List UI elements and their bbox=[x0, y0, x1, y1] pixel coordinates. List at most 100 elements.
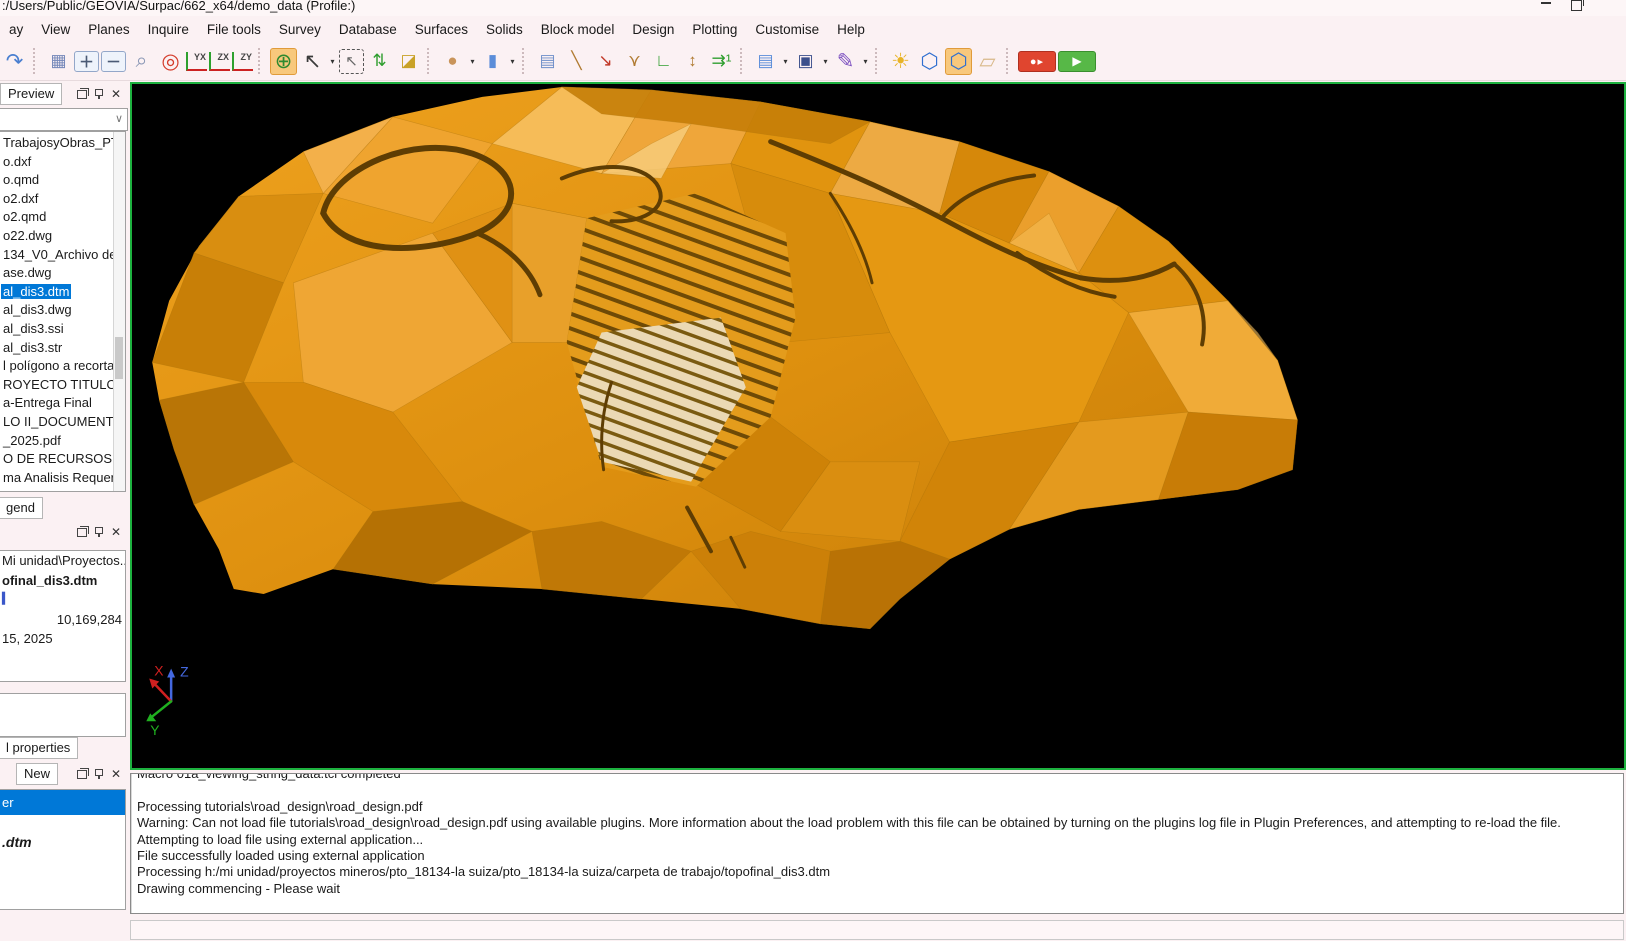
zoom-in-button[interactable]: ＋ bbox=[74, 51, 99, 72]
section-view-zy-button[interactable]: ZY bbox=[232, 52, 253, 71]
restore-window-icon[interactable] bbox=[1571, 0, 1582, 11]
close-panel-icon[interactable]: ✕ bbox=[111, 527, 121, 537]
axis-triad: Z X Y bbox=[146, 663, 189, 739]
new-layer-button[interactable]: New bbox=[16, 763, 58, 785]
string-node-tool[interactable]: ⋎ bbox=[621, 48, 648, 75]
file-item[interactable]: o.dxf bbox=[0, 154, 125, 173]
close-panel-icon[interactable]: ✕ bbox=[111, 89, 121, 99]
scrollbar-thumb[interactable] bbox=[115, 337, 123, 379]
tab-preview[interactable]: Preview bbox=[0, 83, 62, 105]
menu-item[interactable]: View bbox=[32, 18, 79, 41]
menu-item[interactable]: Survey bbox=[270, 18, 330, 41]
menu-item[interactable]: Database bbox=[330, 18, 406, 41]
select-cursor-dropdown[interactable]: ▾ bbox=[327, 48, 338, 75]
file-item[interactable]: ase.dwg bbox=[0, 265, 125, 284]
string-close-tool[interactable]: ∟ bbox=[650, 48, 677, 75]
menu-item[interactable]: Customise bbox=[746, 18, 828, 41]
file-list-scrollbar[interactable] bbox=[113, 132, 125, 491]
file-item[interactable]: a-Entrega Final bbox=[0, 395, 125, 414]
log-line: File successfully loaded using external … bbox=[137, 848, 1623, 864]
report-info-dropdown[interactable]: ▾ bbox=[780, 48, 791, 75]
segment-style-button[interactable]: ▮ bbox=[479, 48, 506, 75]
string-report-button[interactable]: ▤ bbox=[534, 48, 561, 75]
shaded-view-button[interactable]: ⬡ bbox=[916, 48, 943, 75]
file-item[interactable]: O DE RECURSOS 18 bbox=[0, 451, 125, 470]
file-item[interactable]: al_dis3.dtm bbox=[0, 284, 125, 303]
move-object-button[interactable]: ⇅ bbox=[366, 48, 393, 75]
string-segment-tool[interactable]: ╲ bbox=[563, 48, 590, 75]
title-bar: :/Users/Public/GEOVIA/Surpac/662_x64/dem… bbox=[0, 0, 1626, 16]
file-item[interactable]: TrabajosyObras_PT( bbox=[0, 135, 125, 154]
file-item[interactable]: o.qmd bbox=[0, 172, 125, 191]
file-item[interactable]: ma Analisis Requer bbox=[0, 470, 125, 489]
float-panel-icon[interactable] bbox=[77, 90, 87, 99]
pin-panel-icon[interactable] bbox=[98, 769, 100, 779]
plan-view-yx-button[interactable]: YX bbox=[186, 52, 207, 71]
eraser-button[interactable]: ▱ bbox=[974, 48, 1001, 75]
float-panel-icon[interactable] bbox=[77, 528, 87, 537]
string-renumber-tool[interactable]: ⇉¹ bbox=[708, 48, 735, 75]
toolbar-grip bbox=[258, 48, 265, 74]
menu-item[interactable]: Block model bbox=[532, 18, 624, 41]
bead-style-dropdown[interactable]: ▾ bbox=[467, 48, 478, 75]
section-view-zx-button[interactable]: ZX bbox=[209, 52, 230, 71]
close-panel-icon[interactable]: ✕ bbox=[111, 769, 121, 779]
layer-row[interactable]: .dtm bbox=[0, 829, 125, 855]
string-move-point-tool[interactable]: ↕ bbox=[679, 48, 706, 75]
orientation-compass-button[interactable]: ⊕ bbox=[270, 48, 297, 75]
zoom-out-button[interactable]: － bbox=[101, 51, 126, 72]
wireframe-view-button[interactable]: ⬡ bbox=[945, 48, 972, 75]
zoom-extents-button[interactable]: ▦ bbox=[45, 48, 72, 75]
file-item[interactable]: o2.qmd bbox=[0, 209, 125, 228]
redraw-button[interactable]: ↷ bbox=[1, 48, 28, 75]
display-screens-button[interactable]: ▣ bbox=[792, 48, 819, 75]
file-filter-combobox[interactable]: ∨ bbox=[0, 108, 128, 131]
menu-item[interactable]: Planes bbox=[79, 18, 138, 41]
lighting-button[interactable]: ☀ bbox=[887, 48, 914, 75]
menu-item[interactable]: Solids bbox=[477, 18, 532, 41]
file-item[interactable]: o2.dxf bbox=[0, 191, 125, 210]
file-item[interactable]: o22.dwg bbox=[0, 228, 125, 247]
file-item[interactable]: LO II_DOCUMENTO bbox=[0, 414, 125, 433]
pin-panel-icon[interactable] bbox=[98, 89, 100, 99]
toolbar-grip bbox=[740, 48, 747, 74]
segment-style-dropdown[interactable]: ▾ bbox=[507, 48, 518, 75]
menu-item[interactable]: Surfaces bbox=[406, 18, 477, 41]
toolbar-grip bbox=[522, 48, 529, 74]
tab-tool-properties[interactable]: l properties bbox=[0, 737, 78, 759]
file-item[interactable]: al_dis3.ssi bbox=[0, 321, 125, 340]
file-item[interactable]: 134_V0_Archivo de bbox=[0, 247, 125, 266]
menu-item[interactable]: File tools bbox=[198, 18, 270, 41]
minimize-icon[interactable] bbox=[1541, 2, 1551, 4]
menu-item[interactable]: Inquire bbox=[139, 18, 198, 41]
display-screens-dropdown[interactable]: ▾ bbox=[820, 48, 831, 75]
menu-item[interactable]: Plotting bbox=[683, 18, 746, 41]
menu-item[interactable]: Design bbox=[623, 18, 683, 41]
float-panel-icon[interactable] bbox=[77, 770, 87, 779]
zoom-window-button[interactable]: ⌕ bbox=[128, 48, 155, 75]
play-macro-button[interactable]: ▶ bbox=[1058, 51, 1096, 72]
menu-item[interactable]: Help bbox=[828, 18, 874, 41]
layer-row[interactable]: er bbox=[0, 790, 125, 815]
file-item[interactable]: _2025.pdf bbox=[0, 433, 125, 452]
file-item[interactable]: al_dis3.str bbox=[0, 340, 125, 359]
file-item[interactable]: ROYECTO TITULO 1 bbox=[0, 377, 125, 396]
bead-style-button[interactable]: ● bbox=[439, 48, 466, 75]
pin-panel-icon[interactable] bbox=[98, 527, 100, 537]
file-item[interactable]: al_dis3.dwg bbox=[0, 302, 125, 321]
property-path: Mi unidad\Proyectos... bbox=[0, 551, 125, 571]
select-box-button[interactable]: ↖ bbox=[339, 49, 364, 74]
rotate-view-button[interactable]: ◎ bbox=[157, 48, 184, 75]
record-macro-button[interactable]: ●▸ bbox=[1018, 51, 1056, 72]
log-line: Processing tutorials\road_design\road_de… bbox=[137, 799, 1623, 815]
graphics-viewport[interactable]: Z X Y bbox=[130, 82, 1626, 770]
report-info-button[interactable]: ▤ bbox=[752, 48, 779, 75]
select-cursor-button[interactable]: ↖ bbox=[299, 48, 326, 75]
file-item[interactable]: l polígono a recorta bbox=[0, 358, 125, 377]
plane-layers-button[interactable]: ◪ bbox=[395, 48, 422, 75]
tab-legend[interactable]: gend bbox=[0, 497, 43, 519]
edit-pencil-dropdown[interactable]: ▾ bbox=[860, 48, 871, 75]
edit-pencil-button[interactable]: ✎ bbox=[832, 48, 859, 75]
string-break-tool[interactable]: ↘ bbox=[592, 48, 619, 75]
menu-item[interactable]: ay bbox=[0, 18, 32, 41]
